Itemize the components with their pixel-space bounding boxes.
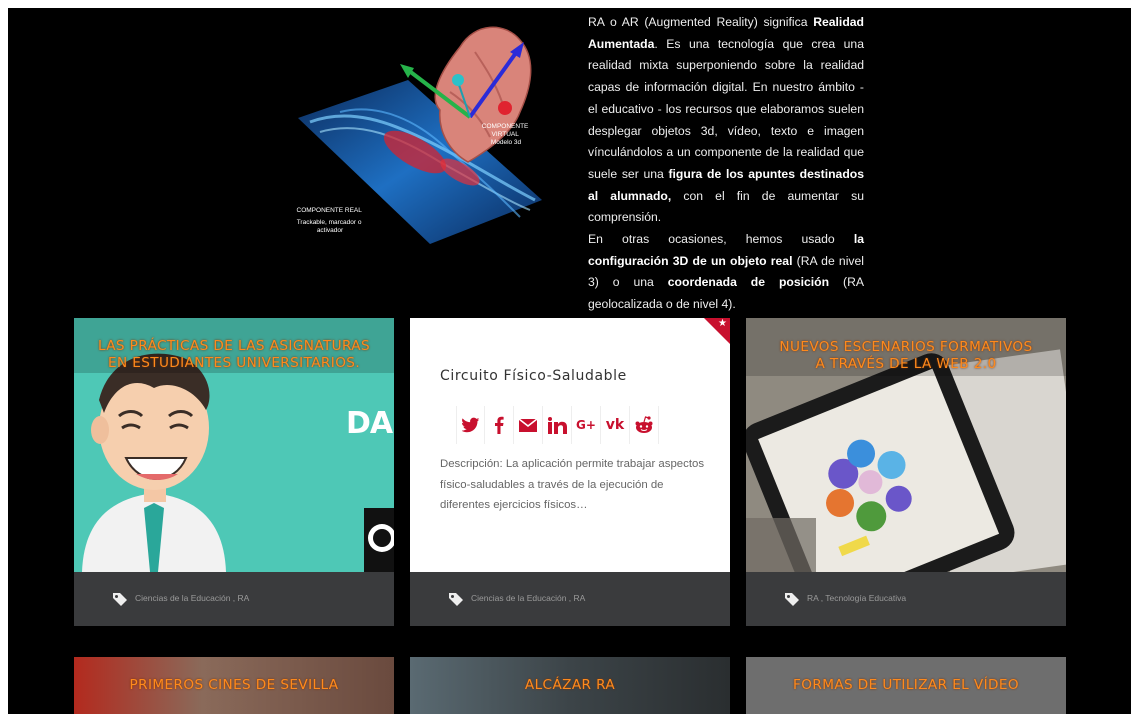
tag-icon [449,593,463,606]
card-title[interactable]: NUEVOS ESCENARIOS FORMATIVOS A TRAVÉS DE… [746,339,1066,373]
twitter-icon[interactable] [456,406,485,444]
card-tags[interactable]: RA , Tecnología Educativa [807,593,906,603]
card-detail-panel: ★ Circuito Físico-Saludable G+ vk Descri… [410,318,730,572]
card-thumbnail[interactable]: DAFO LAS PRÁCTICAS DE LAS ASIGNATURAS EN… [74,318,394,572]
linkedin-icon[interactable] [543,406,572,444]
project-card[interactable]: NUEVOS ESCENARIOS FORMATIVOS A TRAVÉS DE… [746,318,1066,626]
card-thumbnail[interactable]: NUEVOS ESCENARIOS FORMATIVOS A TRAVÉS DE… [746,318,1066,572]
card-footer: Ciencias de la Educación , RA [410,572,730,626]
vk-icon[interactable]: vk [601,406,630,444]
card-thumbnail[interactable]: PRIMEROS CINES DE SEVILLA [74,657,394,714]
card-detail-title[interactable]: Circuito Físico-Saludable [440,368,627,384]
card-thumbnail[interactable]: ALCÁZAR RA [410,657,730,714]
card-footer: Ciencias de la Educación , RA [74,572,394,626]
real-component-label: COMPONENTE REAL Trackable, marcador o ac… [297,207,364,234]
card-tags[interactable]: Ciencias de la Educación , RA [135,593,249,603]
project-card[interactable]: FORMAS DE UTILIZAR EL VÍDEO [746,657,1066,714]
reddit-icon[interactable] [630,406,659,444]
intro-description: RA o AR (Augmented Reality) significa Re… [588,12,864,316]
card-tags[interactable]: Ciencias de la Educación , RA [471,593,585,603]
tag-icon [113,593,127,606]
card-thumbnail[interactable]: FORMAS DE UTILIZAR EL VÍDEO [746,657,1066,714]
card-footer: RA , Tecnología Educativa [746,572,1066,626]
card-title[interactable]: ALCÁZAR RA [410,677,730,694]
email-icon[interactable] [514,406,543,444]
card-description: Descripción: La aplicación permite traba… [440,458,705,512]
ar-illustration: COMPONENTE VIRTUAL Modelo 3d COMPONENTE … [297,26,542,244]
facebook-icon[interactable] [485,406,514,444]
intro-paragraph-2: En otras ocasiones, hemos usado la confi… [588,232,865,312]
tag-icon [785,593,799,606]
card-title[interactable]: LAS PRÁCTICAS DE LAS ASIGNATURAS EN ESTU… [74,338,394,372]
page-frame: COMPONENTE VIRTUAL Modelo 3d COMPONENTE … [8,8,1131,714]
star-icon: ★ [718,318,727,329]
project-card-detail[interactable]: ★ Circuito Físico-Saludable G+ vk Descri… [410,318,730,626]
project-card[interactable]: ALCÁZAR RA [410,657,730,714]
card-title[interactable]: PRIMEROS CINES DE SEVILLA [74,677,394,694]
project-card[interactable]: PRIMEROS CINES DE SEVILLA [74,657,394,714]
project-card[interactable]: DAFO LAS PRÁCTICAS DE LAS ASIGNATURAS EN… [74,318,394,626]
share-buttons: G+ vk [456,406,659,444]
intro-paragraph-1: RA o AR (Augmented Reality) significa Re… [588,15,865,225]
dafo-text: DAFO [346,406,394,441]
card-title[interactable]: FORMAS DE UTILIZAR EL VÍDEO [746,677,1066,694]
google-plus-icon[interactable]: G+ [572,406,601,444]
